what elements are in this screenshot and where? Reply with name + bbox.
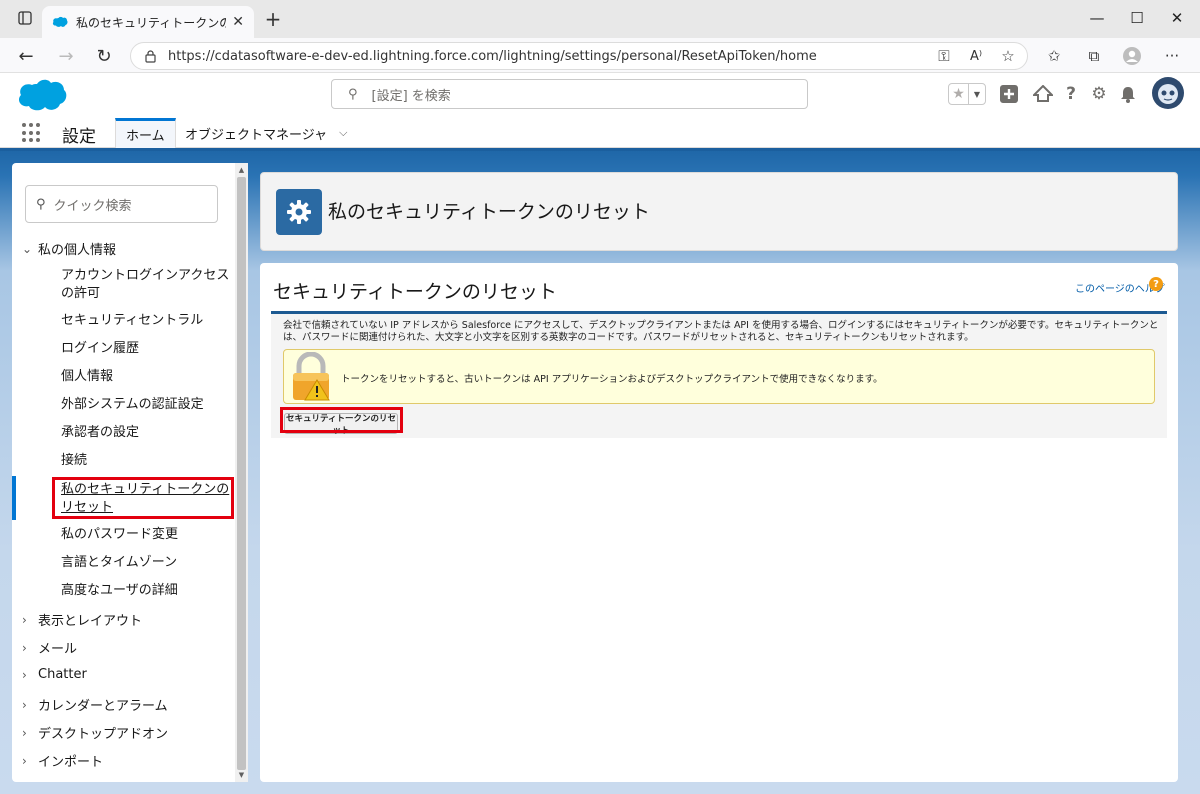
salesforce-global-header: ⚲ [設定] を検索 ★ ▼ ? ⚙	[0, 73, 1200, 118]
tab-home[interactable]: ホーム	[115, 118, 176, 148]
page-header-card: 私のセキュリティトークンのリセット	[260, 172, 1178, 251]
reload-icon[interactable]: ↻	[90, 42, 118, 70]
trailhead-icon[interactable]	[1032, 83, 1054, 105]
profile-icon[interactable]	[1120, 44, 1144, 68]
url-text: https://cdatasoftware-e-dev-ed.lightning…	[168, 48, 817, 64]
warning-text: トークンをリセットすると、古いトークンは API アプリケーションおよびデスクト…	[341, 374, 883, 385]
tree-section-display-layout[interactable]: › 表示とレイアウト	[22, 610, 143, 630]
sidebar-item-approver-settings[interactable]: 承認者の設定	[61, 424, 236, 442]
sidebar-item-personal-info[interactable]: 個人情報	[61, 368, 236, 386]
sidebar-item-auth-settings[interactable]: 外部システムの認証設定	[61, 396, 236, 414]
quick-find-placeholder: クイック検索	[53, 198, 132, 214]
chevron-down-icon[interactable]: ⌵	[339, 126, 347, 140]
setup-search-placeholder: [設定] を検索	[371, 88, 451, 104]
sidebar-item-change-password[interactable]: 私のパスワード変更	[61, 526, 236, 544]
highlight-selected-item	[52, 477, 234, 519]
favorites-group: ★ ▼	[948, 83, 986, 105]
back-icon[interactable]: ←	[12, 42, 40, 70]
scroll-thumb[interactable]	[237, 177, 246, 770]
search-icon: ⚲	[36, 196, 46, 212]
favorites-dropdown-icon[interactable]: ▼	[969, 84, 985, 104]
quick-find-input[interactable]: ⚲ クイック検索	[25, 185, 218, 223]
app-launcher-icon[interactable]	[22, 123, 42, 143]
new-tab-icon[interactable]: +	[262, 8, 284, 30]
tree-section-chatter[interactable]: › Chatter	[22, 667, 87, 682]
help-icon[interactable]: ?	[1060, 83, 1082, 105]
tree-section-label: デスクトップアドオン	[38, 727, 169, 742]
tree-section-label: 私の個人情報	[38, 243, 117, 258]
close-window-button[interactable]: ✕	[1154, 0, 1200, 36]
sidebar-item-login-history[interactable]: ログイン履歴	[61, 340, 236, 358]
tree-section-email[interactable]: › メール	[22, 638, 78, 658]
chevron-right-icon: ›	[22, 612, 27, 627]
info-panel: 会社で信頼されていない IP アドレスから Salesforce にアクセスして…	[271, 311, 1167, 438]
setup-sidebar: ⚲ クイック検索 ⌄ 私の個人情報 アカウントログインアクセスの許可 セキュリテ…	[12, 163, 248, 782]
chevron-right-icon: ›	[22, 725, 27, 740]
warning-lock-icon	[293, 352, 330, 401]
sidebar-item-login-access[interactable]: アカウントログインアクセスの許可	[61, 267, 236, 303]
salesforce-logo[interactable]	[16, 78, 68, 114]
favorite-star-icon[interactable]: ★	[949, 84, 969, 104]
sidebar-item-connections[interactable]: 接続	[61, 452, 236, 470]
tree-section-desktop-addons[interactable]: › デスクトップアドオン	[22, 723, 169, 743]
description-text: 会社で信頼されていない IP アドレスから Salesforce にアクセスして…	[283, 320, 1159, 343]
browser-address-bar: ← → ↻ https://cdatasoftware-e-dev-ed.lig…	[0, 38, 1200, 73]
tree-section-calendar[interactable]: › カレンダーとアラーム	[22, 695, 168, 715]
chevron-right-icon: ›	[22, 697, 27, 712]
tree-section-label: Chatter	[38, 667, 87, 682]
favorites-icon[interactable]: ✩	[1042, 44, 1066, 68]
tree-section-label: インポート	[38, 755, 104, 770]
page-title: 私のセキュリティトークンのリセット	[328, 201, 650, 223]
warning-box: トークンをリセットすると、古いトークンは API アプリケーションおよびデスクト…	[283, 349, 1155, 404]
sidebar-scrollbar[interactable]: ▲ ▼	[235, 163, 248, 782]
tab-object-manager-label: オブジェクトマネージャ	[185, 127, 328, 143]
salesforce-favicon-icon	[52, 16, 68, 27]
user-avatar[interactable]	[1152, 77, 1184, 109]
setup-gear-icon[interactable]: ⚙	[1088, 83, 1110, 105]
tree-section-label: メール	[38, 642, 78, 657]
chevron-right-icon: ›	[22, 640, 27, 655]
sidebar-item-security-central[interactable]: セキュリティセントラル	[61, 312, 236, 330]
tab-title: 私のセキュリティトークンのリセット | Sa	[76, 15, 226, 30]
scroll-down-icon[interactable]: ▼	[235, 769, 248, 781]
selected-item-indicator	[12, 476, 16, 520]
scroll-up-icon[interactable]: ▲	[235, 164, 248, 176]
sidebar-item-language-timezone[interactable]: 言語とタイムゾーン	[61, 554, 236, 572]
tree-section-import[interactable]: › インポート	[22, 751, 104, 771]
setup-search-input[interactable]: ⚲ [設定] を検索	[331, 79, 808, 109]
app-name: 設定	[62, 127, 96, 147]
tree-section-label: 表示とレイアウト	[38, 614, 143, 629]
tree-section-label: カレンダーとアラーム	[38, 699, 168, 714]
search-icon: ⚲	[348, 86, 358, 102]
chevron-down-icon: ⌄	[22, 241, 33, 256]
section-title: セキュリティトークンのリセット	[273, 281, 557, 303]
collections-icon[interactable]: ⧉	[1082, 44, 1106, 68]
tab-close-icon[interactable]: ✕	[232, 14, 244, 30]
chevron-right-icon: ›	[22, 753, 27, 768]
lock-icon	[145, 49, 156, 63]
setup-gear-icon	[276, 189, 322, 235]
tree-section-personal-info[interactable]: ⌄ 私の個人情報	[22, 239, 117, 259]
notifications-bell-icon[interactable]	[1117, 83, 1139, 105]
help-question-icon[interactable]: ?	[1149, 277, 1163, 291]
more-options-icon[interactable]: ···	[1160, 44, 1184, 68]
read-aloud-icon[interactable]: A⁾	[964, 44, 988, 68]
add-favorite-icon[interactable]: ☆	[996, 44, 1020, 68]
forward-icon[interactable]: →	[52, 42, 80, 70]
tab-object-manager[interactable]: オブジェクトマネージャ ⌵	[175, 118, 357, 148]
highlight-reset-button	[280, 407, 403, 433]
browser-tab[interactable]: 私のセキュリティトークンのリセット | Sa ✕	[42, 6, 254, 38]
browser-tab-bar: 私のセキュリティトークンのリセット | Sa ✕ + — ☐ ✕	[0, 0, 1200, 38]
app-navigation-bar: 設定 ホーム オブジェクトマネージャ ⌵	[0, 118, 1200, 148]
sidebar-item-advanced-user-details[interactable]: 高度なユーザの詳細	[61, 582, 236, 600]
key-icon[interactable]: ⚿	[932, 44, 956, 68]
tab-home-label: ホーム	[126, 129, 165, 144]
global-actions-icon[interactable]	[998, 83, 1020, 105]
url-field[interactable]: https://cdatasoftware-e-dev-ed.lightning…	[130, 42, 1028, 70]
main-content-card: セキュリティトークンのリセット このページのヘルプ ? 会社で信頼されていない …	[260, 263, 1178, 782]
chevron-right-icon: ›	[22, 667, 27, 682]
